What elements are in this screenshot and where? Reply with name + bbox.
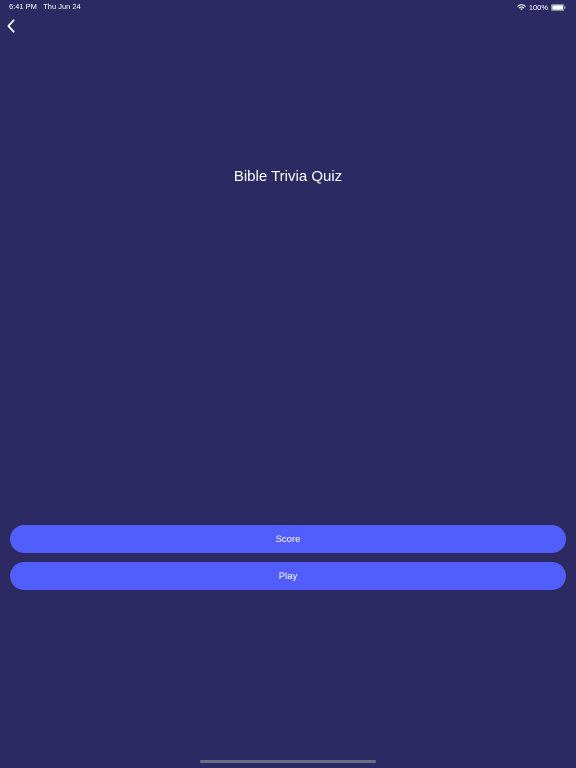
- status-time: 6:41 PM Thu Jun 24: [9, 2, 81, 11]
- status-date-value: Thu Jun 24: [43, 2, 81, 11]
- status-bar: 6:41 PM Thu Jun 24 100%: [0, 0, 576, 14]
- chevron-left-icon: [7, 19, 15, 33]
- status-time-value: 6:41 PM: [9, 2, 37, 11]
- page-title: Bible Trivia Quiz: [233, 168, 343, 185]
- status-indicators: 100%: [517, 1, 566, 13]
- battery-icon: [551, 3, 566, 11]
- battery-percentage: 100%: [528, 2, 548, 12]
- home-indicator: [200, 760, 376, 763]
- score-button[interactable]: Score: [10, 525, 566, 553]
- wifi-icon: [517, 4, 526, 11]
- back-button[interactable]: [2, 16, 20, 36]
- play-button[interactable]: Play: [10, 562, 566, 590]
